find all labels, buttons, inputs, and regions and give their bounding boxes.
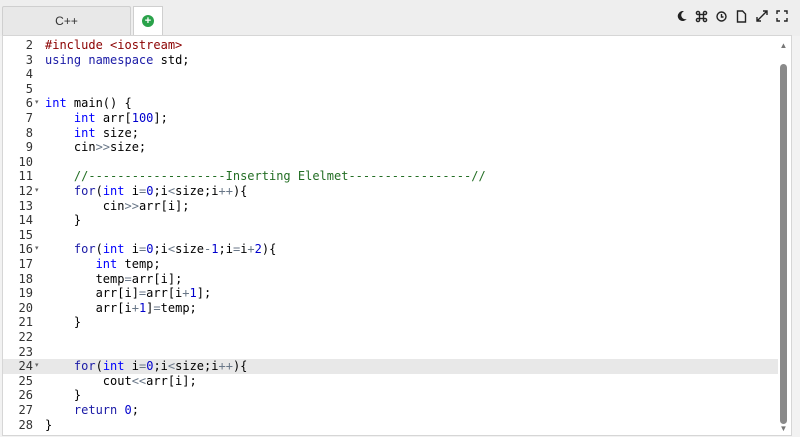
scroll-down-icon[interactable]: ▼ — [779, 425, 788, 433]
line-number: 16 — [18, 242, 33, 257]
line-number: 21 — [18, 315, 33, 330]
fold-toggle-icon[interactable]: ▾ — [35, 96, 39, 111]
code-line[interactable]: 14 } — [3, 213, 778, 228]
vertical-scrollbar[interactable]: ▲ ▼ — [779, 40, 788, 433]
fold-toggle-icon[interactable]: ▾ — [35, 359, 39, 374]
code-line[interactable]: 22 — [3, 330, 778, 345]
fold-toggle-icon[interactable]: ▾ — [35, 242, 39, 257]
code-text: using namespace std; — [45, 52, 190, 67]
line-number: 20 — [18, 300, 33, 315]
fullscreen-icon[interactable] — [775, 9, 788, 23]
file-icon[interactable] — [735, 9, 748, 23]
line-number: 5 — [25, 81, 33, 96]
code-text: } — [45, 213, 82, 228]
code-line[interactable]: 12 ▾ for(int i=0;i<size;i++){ — [3, 184, 778, 199]
code-text: cin>>arr[i]; — [45, 198, 190, 213]
code-line[interactable]: 27 return 0; — [3, 403, 778, 418]
plus-icon: + — [142, 15, 154, 27]
code-line[interactable]: 4 — [3, 67, 778, 82]
line-number: 2 — [25, 38, 33, 52]
code-text: //-------------------Inserting Elelmet--… — [73, 169, 486, 184]
line-number: 12 — [18, 184, 33, 198]
tab-bar: C++ + — [0, 0, 800, 36]
line-number: 25 — [18, 373, 33, 388]
line-number: 19 — [18, 286, 33, 301]
line-number: 7 — [25, 111, 33, 125]
code-line[interactable]: 13 cin>>arr[i]; — [3, 199, 778, 214]
code-text: for(int i=0;i<size-1;i=i+2){ — [73, 242, 277, 257]
code-line[interactable]: 16 ▾ for(int i=0;i<size-1;i=i+2){ — [3, 242, 778, 257]
code-line[interactable]: 25 cout<<arr[i]; — [3, 374, 778, 389]
tab-cpp-label: C++ — [55, 14, 78, 28]
code-text: int arr[100]; — [73, 111, 168, 125]
code-line[interactable]: 28} — [3, 418, 778, 433]
code-text: int temp; — [95, 257, 161, 271]
code-line[interactable]: 20 arr[i+1]=temp; — [3, 301, 778, 316]
code-text: int main() { — [45, 96, 132, 111]
fold-toggle-icon[interactable]: ▾ — [35, 184, 39, 199]
code-text: for(int i=0;i<size;i++){ — [73, 359, 248, 374]
code-text: arr[i]=arr[i+1]; — [45, 286, 212, 301]
code-line[interactable]: 21 } — [3, 315, 778, 330]
command-icon[interactable] — [695, 9, 708, 23]
code-text: } — [45, 315, 82, 330]
code-text: int size; — [73, 125, 139, 140]
tab-cpp[interactable]: C++ — [2, 6, 131, 35]
code-line[interactable]: 2 #include <iostream> — [3, 38, 778, 53]
code-text: arr[i+1]=temp; — [45, 300, 197, 315]
line-number: 11 — [18, 169, 33, 184]
code-line[interactable]: 11 //-------------------Inserting Elelme… — [3, 169, 778, 184]
line-number: 24 — [18, 359, 33, 374]
line-number: 3 — [25, 52, 33, 67]
line-number: 28 — [18, 417, 33, 432]
code-text: cout<<arr[i]; — [45, 373, 197, 388]
code-line[interactable]: 5 — [3, 82, 778, 97]
line-number: 8 — [25, 125, 33, 140]
line-number: 10 — [18, 154, 33, 169]
editor-toolbar — [675, 9, 788, 23]
line-number: 27 — [18, 403, 33, 417]
scroll-up-icon[interactable]: ▲ — [779, 42, 788, 50]
expand-icon[interactable] — [755, 9, 768, 23]
code-line[interactable]: 24 ▾ for(int i=0;i<size;i++){ — [3, 359, 778, 374]
line-number: 22 — [18, 330, 33, 344]
code-line[interactable]: 17 int temp; — [3, 257, 778, 272]
code-line[interactable]: 18 temp=arr[i]; — [3, 272, 778, 287]
code-line[interactable]: 19 arr[i]=arr[i+1]; — [3, 286, 778, 301]
code-line[interactable]: 26 } — [3, 388, 778, 403]
moon-icon[interactable] — [675, 9, 688, 23]
code-line[interactable]: 15 — [3, 228, 778, 243]
line-number: 4 — [25, 67, 33, 82]
scrollbar-thumb[interactable] — [780, 64, 787, 424]
code-line[interactable]: 3 using namespace std; — [3, 53, 778, 68]
add-tab-button[interactable]: + — [133, 6, 163, 35]
code-editor[interactable]: 2 #include <iostream> 3 using namespace std… — [2, 35, 792, 436]
line-number: 14 — [18, 213, 33, 228]
code-line[interactable]: 7 int arr[100]; — [3, 111, 778, 126]
code-text: #include <iostream> — [45, 38, 183, 52]
line-number: 9 — [25, 140, 33, 155]
code-line[interactable]: 9 cin>>size; — [3, 140, 778, 155]
line-number: 13 — [18, 198, 33, 213]
line-number: 26 — [18, 388, 33, 403]
line-number: 23 — [18, 344, 33, 359]
line-number: 18 — [18, 271, 33, 286]
code-text: } — [45, 417, 53, 432]
code-text: for(int i=0;i<size;i++){ — [73, 184, 248, 198]
code-line[interactable]: 8 int size; — [3, 126, 778, 141]
line-number: 15 — [18, 227, 33, 242]
code-line[interactable]: 23 — [3, 345, 778, 360]
code-text: return 0; — [73, 403, 139, 417]
line-number: 6 — [25, 96, 33, 111]
line-number: 17 — [18, 257, 33, 271]
history-icon[interactable] — [715, 9, 728, 23]
code-line[interactable]: 6 ▾ int main() { — [3, 96, 778, 111]
code-text: cin>>size; — [45, 140, 147, 155]
code-line[interactable]: 10 — [3, 155, 778, 170]
code-text: temp=arr[i]; — [45, 271, 183, 286]
code-text: } — [45, 388, 82, 403]
